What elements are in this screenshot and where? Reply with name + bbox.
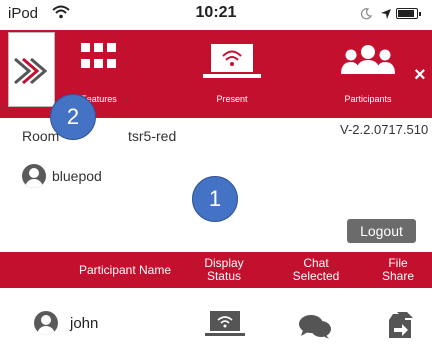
header-file-line1: File	[388, 256, 408, 270]
header-chat-selected: Chat Selected	[280, 252, 352, 288]
toolbar-participants-label: Participants	[344, 94, 392, 104]
header-display-line2: Status	[206, 269, 241, 283]
moon-icon	[360, 7, 373, 25]
callout-marker: 2	[50, 94, 96, 140]
header-chat-line2: Selected	[292, 269, 340, 283]
header-display-line1: Display	[204, 256, 244, 270]
grid-icon	[79, 42, 119, 77]
table-row: john	[0, 300, 432, 350]
location-arrow-icon	[380, 7, 392, 25]
chat-icon[interactable]	[298, 314, 332, 345]
header-participant-name: Participant Name	[78, 262, 172, 277]
status-bar: iPod 10:21	[0, 0, 432, 30]
display-status-icon[interactable]	[205, 310, 245, 343]
current-user-name: bluepod	[52, 168, 102, 184]
participant-name: john	[70, 315, 99, 332]
file-share-icon[interactable]	[385, 310, 415, 345]
header-file-share: File Share	[372, 252, 424, 288]
header-file-line2: Share	[381, 269, 415, 283]
room-name: tsr5-red	[128, 128, 177, 144]
toolbar-participants[interactable]: Participants	[320, 30, 416, 118]
version-label: V-2.2.0717.510	[340, 122, 429, 137]
header-display-status: Display Status	[196, 252, 252, 288]
header-chat-line1: Chat	[303, 256, 329, 270]
logout-button[interactable]: Logout	[347, 219, 416, 243]
participants-icon	[338, 42, 398, 83]
avatar	[34, 311, 58, 335]
close-icon[interactable]: ×	[414, 64, 426, 87]
toolbar-present[interactable]: Present	[188, 30, 276, 118]
callout-marker: 1	[192, 176, 238, 222]
app-logo	[8, 32, 55, 107]
avatar	[22, 164, 46, 188]
laptop-wifi-icon	[202, 42, 262, 87]
toolbar-present-label: Present	[216, 94, 248, 104]
battery-icon	[396, 8, 421, 19]
participants-table-header: Participant Name Display Status Chat Selec…	[0, 252, 432, 288]
